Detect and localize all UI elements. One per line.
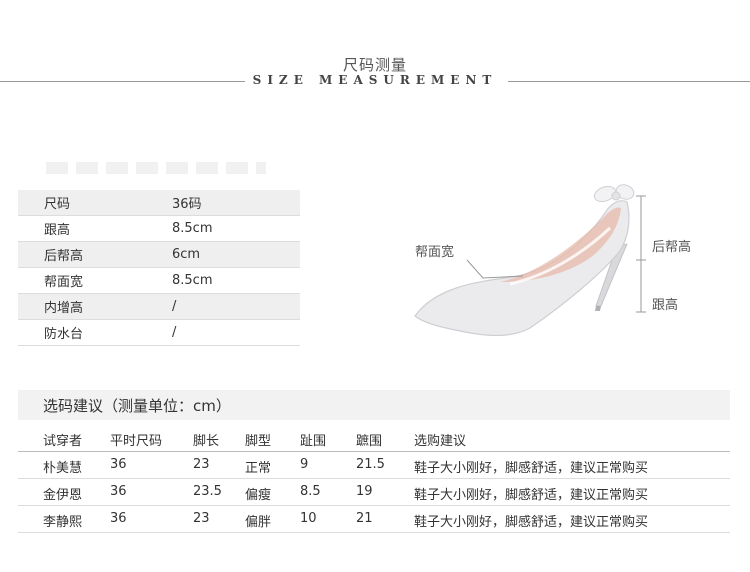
shoe-body <box>414 200 630 337</box>
cell-advice: 鞋子大小刚好，脚感舒适，建议正常购买 <box>414 488 649 503</box>
shoe-illustration <box>414 184 646 337</box>
cell-usual-size: 36 <box>110 484 127 499</box>
spec-row: 尺码 36码 <box>18 190 300 216</box>
cell-toe-girth: 8.5 <box>300 484 321 499</box>
cell-foot-length: 23 <box>193 457 210 472</box>
cell-advice: 鞋子大小刚好，脚感舒适，建议正常购买 <box>414 461 649 476</box>
spec-row: 跟高 8.5cm <box>18 216 300 242</box>
cell-usual-size: 36 <box>110 511 127 526</box>
shoe-lining <box>500 207 621 282</box>
col-header-tester: 试穿者 <box>43 434 83 449</box>
spec-value: / <box>172 325 177 340</box>
cell-toe-girth: 10 <box>300 511 317 526</box>
cell-foot-type: 偏瘦 <box>245 488 272 503</box>
col-header-foot-type: 脚型 <box>245 434 272 449</box>
spec-row: 帮面宽 8.5cm <box>18 268 300 294</box>
spec-value: 6cm <box>172 247 201 262</box>
spec-value: / <box>172 299 177 314</box>
recommendation-title: 选码建议（测量单位：cm） <box>43 396 231 415</box>
spec-value: 8.5cm <box>172 221 213 236</box>
spec-label: 跟高 <box>44 223 71 238</box>
cell-foot-length: 23 <box>193 511 210 526</box>
shoe-diagram: 帮面宽 后帮高 跟高 <box>405 178 735 348</box>
callout-upper-width: 帮面宽 <box>415 245 455 260</box>
bow-knot <box>611 191 621 201</box>
page-title-cn: 尺码测量 <box>342 56 407 74</box>
cell-tester: 李静熙 <box>43 515 83 530</box>
table-row: 金伊恩 36 23.5 偏瘦 8.5 19 鞋子大小刚好，脚感舒适，建议正常购买 <box>18 479 730 506</box>
cell-ball-girth: 21 <box>356 511 373 526</box>
table-row: 朴美慧 36 23 正常 9 21.5 鞋子大小刚好，脚感舒适，建议正常购买 <box>18 452 730 479</box>
callout-heel-height: 跟高 <box>652 298 679 313</box>
spec-label: 防水台 <box>44 327 84 342</box>
table-header-row: 试穿者 平时尺码 脚长 脚型 趾围 蹠围 选购建议 <box>18 425 730 452</box>
upper-width-line <box>466 259 524 279</box>
spec-label: 帮面宽 <box>44 275 84 290</box>
cell-tester: 朴美慧 <box>43 461 83 476</box>
cell-advice: 鞋子大小刚好，脚感舒适，建议正常购买 <box>414 515 649 530</box>
spec-row: 内增高 / <box>18 294 300 320</box>
spec-table: 尺码 36码 跟高 8.5cm 后帮高 6cm 帮面宽 8.5cm 内增高 / … <box>18 190 300 346</box>
cell-foot-type: 偏胖 <box>245 515 272 530</box>
spec-label: 尺码 <box>44 197 71 212</box>
col-header-toe-girth: 趾围 <box>300 434 327 449</box>
cell-foot-type: 正常 <box>245 461 272 476</box>
cell-usual-size: 36 <box>110 457 127 472</box>
heel-tip <box>595 306 601 311</box>
cell-foot-length: 23.5 <box>193 484 222 499</box>
cell-toe-girth: 9 <box>300 457 309 472</box>
cell-ball-girth: 19 <box>356 484 373 499</box>
spec-label: 内增高 <box>44 301 84 316</box>
table-row: 李静熙 36 23 偏胖 10 21 鞋子大小刚好，脚感舒适，建议正常购买 <box>18 506 730 533</box>
spec-label: 后帮高 <box>44 249 84 264</box>
callout-back-height: 后帮高 <box>652 240 692 255</box>
page-title-en: SIZE MEASUREMENT <box>252 73 498 87</box>
cell-ball-girth: 21.5 <box>356 457 385 472</box>
col-header-foot-length: 脚长 <box>193 434 220 449</box>
title-line-right <box>508 81 750 82</box>
cell-tester: 金伊恩 <box>43 488 83 503</box>
spec-value: 36码 <box>172 197 202 212</box>
faded-watermark-text <box>46 162 266 174</box>
recommendation-header: 选码建议（测量单位：cm） <box>18 390 730 420</box>
col-header-advice: 选购建议 <box>414 434 467 449</box>
spec-row: 防水台 / <box>18 320 300 346</box>
col-header-ball-girth: 蹠围 <box>356 434 383 449</box>
spec-row: 后帮高 6cm <box>18 242 300 268</box>
recommendation-table: 试穿者 平时尺码 脚长 脚型 趾围 蹠围 选购建议 朴美慧 36 23 正常 9… <box>18 425 730 533</box>
col-header-usual-size: 平时尺码 <box>110 434 163 449</box>
spec-value: 8.5cm <box>172 273 213 288</box>
